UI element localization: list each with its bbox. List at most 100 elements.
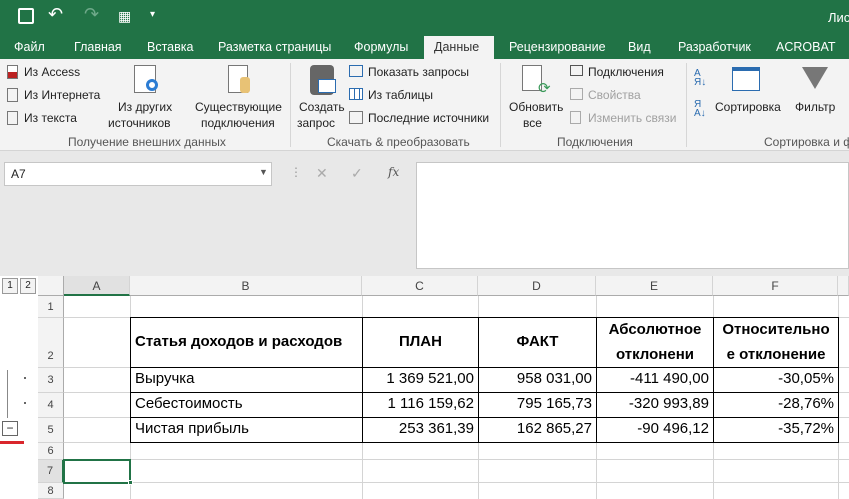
row-header-3[interactable]: 3 <box>38 368 64 393</box>
table-cell[interactable]: 958 031,00 <box>479 370 596 387</box>
tab-data[interactable]: Данные <box>424 36 494 59</box>
sort-descending-icon[interactable]: Я А↓ <box>694 100 706 119</box>
show-queries-button[interactable]: Показать запросы <box>368 65 469 79</box>
tab-page-layout[interactable]: Разметка страницы <box>208 36 341 59</box>
redo-icon[interactable]: ↷ <box>84 4 99 25</box>
outline-level-1-button[interactable]: 1 <box>2 278 18 294</box>
tab-review[interactable]: Рецензирование <box>499 36 616 59</box>
tab-file[interactable]: Файл <box>4 36 55 59</box>
enter-icon[interactable]: ✓ <box>351 165 363 182</box>
save-icon[interactable] <box>18 8 34 24</box>
connections-button[interactable]: Подключения <box>588 65 664 79</box>
header-fact[interactable]: ФАКТ <box>479 333 596 350</box>
column-header-d[interactable]: D <box>478 276 596 296</box>
text-file-icon <box>7 111 18 125</box>
ribbon-tabs: Файл Главная Вставка Разметка страницы Ф… <box>0 36 849 59</box>
table-cell[interactable]: -30,05% <box>714 370 838 387</box>
tab-home[interactable]: Главная <box>64 36 132 59</box>
header-item[interactable]: Статья доходов и расходов <box>131 333 362 350</box>
from-web-button[interactable]: Из Интернета <box>24 88 100 102</box>
connections-icon <box>570 65 583 76</box>
table-cell[interactable]: 162 865,27 <box>479 420 596 437</box>
header-plan[interactable]: ПЛАН <box>363 333 478 350</box>
name-box-dropdown-icon[interactable]: ▼ <box>259 167 268 177</box>
table-cell[interactable]: -320 993,89 <box>597 395 713 412</box>
group-label-get-external-data: Получение внешних данных <box>68 135 226 149</box>
from-table-icon <box>349 88 363 100</box>
row-header-2[interactable]: 2 <box>38 318 64 368</box>
group-label-get-transform: Скачать & преобразовать <box>327 135 470 149</box>
tab-view[interactable]: Вид <box>618 36 661 59</box>
show-queries-icon <box>349 65 363 77</box>
filter-icon <box>802 67 828 89</box>
table-cell[interactable]: -28,76% <box>714 395 838 412</box>
from-text-button[interactable]: Из текста <box>24 111 77 125</box>
table-icon <box>318 79 336 93</box>
from-access-button[interactable]: Из Access <box>24 65 80 79</box>
refresh-arrows-icon: ⟳ <box>538 80 551 97</box>
group-label-connections: Подключения <box>557 135 633 149</box>
connector-icon <box>146 79 158 91</box>
group-divider <box>290 63 291 147</box>
table-cell[interactable]: Выручка <box>131 370 362 387</box>
select-all-corner[interactable] <box>38 276 64 296</box>
table-cell[interactable]: 1 116 159,62 <box>363 395 478 412</box>
from-table-button[interactable]: Из таблицы <box>368 88 433 102</box>
formula-input[interactable] <box>416 162 849 269</box>
outline-collapse-button[interactable]: − <box>2 421 18 436</box>
layout-icon[interactable]: ▦ <box>118 8 131 25</box>
undo-icon[interactable]: ↶ <box>48 4 63 25</box>
edit-links-button[interactable]: Изменить связи <box>588 111 676 125</box>
insert-function-icon[interactable]: fx <box>388 165 399 179</box>
outline-dot <box>24 377 26 379</box>
formula-bar-area: A7 ▼ ⋮ ✕ ✓ fx <box>0 151 849 276</box>
tab-formulas[interactable]: Формулы <box>344 36 418 59</box>
table-cell[interactable]: Себестоимость <box>131 395 362 412</box>
outline-bar <box>0 296 38 499</box>
column-header-c[interactable]: C <box>362 276 478 296</box>
group-divider <box>686 63 687 147</box>
table-cell[interactable]: -90 496,12 <box>597 420 713 437</box>
row-header-7[interactable]: 7 <box>38 460 64 483</box>
window-title: Лис <box>828 10 849 25</box>
table-cell[interactable]: -35,72% <box>714 420 838 437</box>
sort-ascending-icon[interactable]: А Я↓ <box>694 69 706 88</box>
table-cell[interactable]: 1 369 521,00 <box>363 370 478 387</box>
row-header-4[interactable]: 4 <box>38 393 64 418</box>
fill-handle[interactable] <box>128 480 133 485</box>
outline-bracket <box>7 370 8 418</box>
column-header-b[interactable]: B <box>130 276 362 296</box>
title-bar: ↶ ↷ ▦ ▾ Лис <box>0 0 849 36</box>
web-icon <box>7 88 18 102</box>
formula-bar-grip-icon[interactable]: ⋮ <box>290 165 302 179</box>
column-header-a[interactable]: A <box>64 276 130 296</box>
row-header-8[interactable]: 8 <box>38 483 64 499</box>
group-divider <box>500 63 501 147</box>
row-header-1[interactable]: 1 <box>38 296 64 318</box>
recent-sources-button[interactable]: Последние источники <box>368 111 489 125</box>
filter-button[interactable]: Фильтр <box>795 100 835 114</box>
edit-links-icon <box>570 111 581 124</box>
table-cell[interactable]: 795 165,73 <box>479 395 596 412</box>
tab-acrobat[interactable]: ACROBAT <box>766 36 846 59</box>
outline-dot <box>24 402 26 404</box>
cancel-icon[interactable]: ✕ <box>316 165 328 182</box>
outline-level-2-button[interactable]: 2 <box>20 278 36 294</box>
properties-button[interactable]: Свойства <box>588 88 641 102</box>
sort-button[interactable]: Сортировка <box>715 100 781 114</box>
tab-developer[interactable]: Разработчик <box>668 36 761 59</box>
tab-insert[interactable]: Вставка <box>137 36 203 59</box>
column-header-g[interactable] <box>838 276 849 296</box>
name-box[interactable]: A7 <box>4 162 272 186</box>
selected-cell-a7[interactable] <box>63 459 131 484</box>
table-cell[interactable]: Чистая прибыль <box>131 420 362 437</box>
column-header-f[interactable]: F <box>713 276 838 296</box>
customize-quick-access-icon[interactable]: ▾ <box>150 9 155 20</box>
row-header-6[interactable]: 6 <box>38 443 64 460</box>
outline-highlight <box>0 441 24 444</box>
column-header-e[interactable]: E <box>596 276 713 296</box>
database-icon <box>240 77 250 93</box>
table-cell[interactable]: 253 361,39 <box>363 420 478 437</box>
table-cell[interactable]: -411 490,00 <box>597 370 713 387</box>
row-header-5[interactable]: 5 <box>38 418 64 443</box>
